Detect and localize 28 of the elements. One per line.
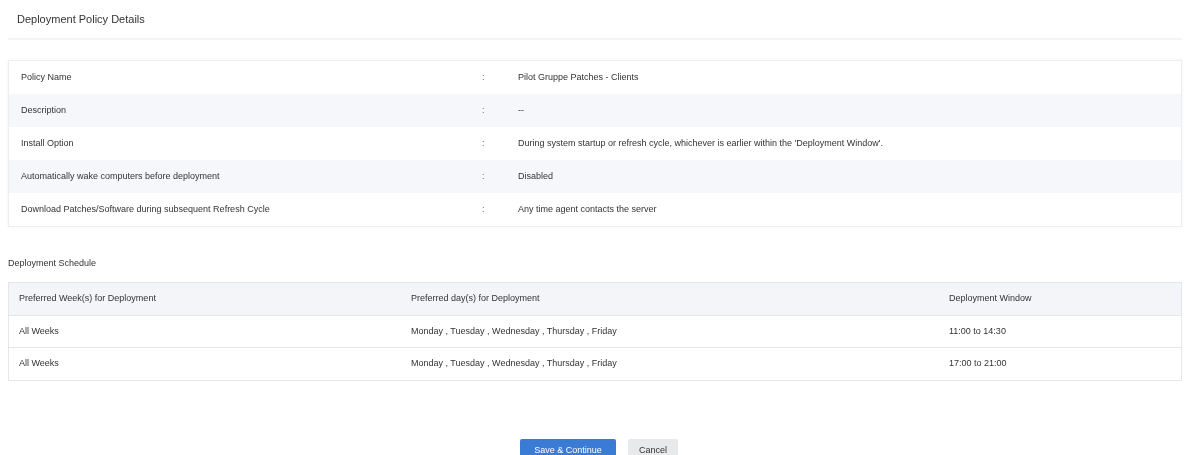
page-title: Deployment Policy Details [17,11,145,27]
table-cell-text: Monday , Tuesday , Wednesday , Thursday , Friday [411,357,618,371]
field-value: Disabled [518,169,554,183]
table-cell-text: 17:00 to 21:00 [949,357,1008,371]
column-header: Preferred day(s) for Deployment [411,292,541,306]
field-label: Policy Name [20,70,73,84]
table-cell-text: All Weeks [19,357,60,371]
field-label: Download Patches/Software during subsequent Refresh Cycle [20,202,271,216]
colon-separator: : [482,169,486,183]
column-header: Preferred Week(s) for Deployment [19,292,157,306]
colon-separator: : [482,103,486,117]
field-value: Any time agent contacts the server [518,202,657,216]
colon-separator: : [482,202,486,216]
field-value: -- [518,103,524,117]
save-continue-button[interactable]: Save & Continue [520,439,616,455]
field-label: Description [20,103,68,117]
table-cell-text: Monday , Tuesday , Wednesday , Thursday , Friday [411,324,618,338]
field-value: During system startup or refresh cycle, whichever is earlier within the 'Deployment Window'. [518,136,884,150]
colon-separator: : [482,136,486,150]
section-title: Deployment Schedule [8,258,97,268]
table-cell-text: All Weeks [19,324,60,338]
field-value: Pilot Gruppe Patches - Clients [518,70,639,84]
cancel-button[interactable]: Cancel [628,439,678,455]
colon-separator: : [482,70,486,84]
field-label: Automatically wake computers before deployment [20,169,221,183]
table-cell-text: 11:00 to 14:30 [949,324,1007,338]
column-header: Deployment Window [949,292,1033,306]
field-label: Install Option [20,136,75,150]
